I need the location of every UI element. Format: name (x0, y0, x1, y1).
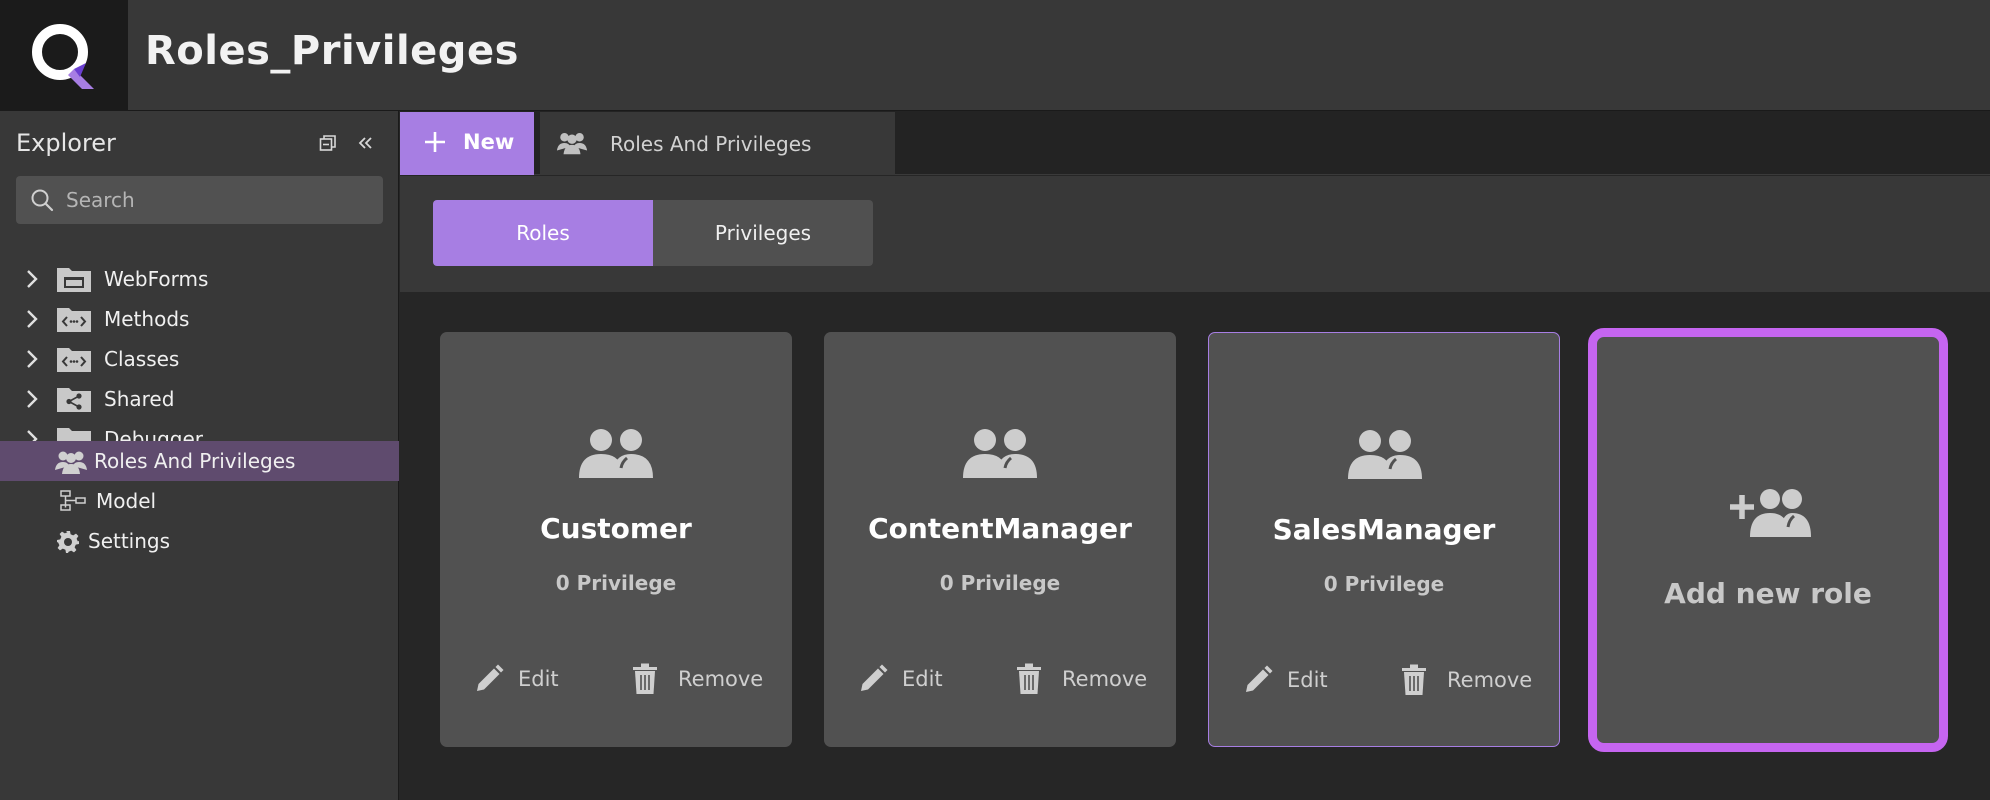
search-icon (31, 189, 54, 212)
edit-role-button[interactable]: Edit (858, 659, 943, 699)
explorer-search[interactable] (16, 176, 383, 224)
app-title: Roles_Privileges (145, 28, 519, 74)
sidebar-item-classes[interactable]: Classes (0, 339, 399, 379)
view-toggle-bar: Roles Privileges (400, 176, 1990, 292)
trash-icon (633, 663, 657, 694)
trash-icon (1402, 664, 1426, 695)
remove-label: Remove (1447, 668, 1533, 692)
webforms-folder-icon (57, 268, 91, 292)
edit-role-button[interactable]: Edit (1243, 660, 1328, 700)
edit-label: Edit (902, 667, 943, 691)
app-header: Roles_Privileges (0, 0, 1990, 111)
new-button[interactable]: New (400, 112, 534, 175)
collapse-all-icon (319, 135, 336, 151)
sidebar-item-label: Settings (88, 529, 171, 553)
sidebar-item-label: WebForms (104, 267, 209, 291)
edit-label: Edit (1287, 668, 1328, 692)
users-icon (963, 429, 1037, 478)
chevron-right-icon (27, 350, 38, 368)
edit-role-button[interactable]: Edit (474, 659, 559, 699)
privilege-count: 0 Privilege (555, 571, 677, 595)
edit-label: Edit (518, 667, 559, 691)
add-user-icon (1730, 489, 1811, 537)
remove-label: Remove (1062, 667, 1148, 691)
privilege-count: 0 Privilege (939, 571, 1061, 595)
tab-roles-and-privileges[interactable]: Roles And Privileges (540, 112, 895, 175)
role-name: Customer (540, 512, 692, 545)
roles-icon (556, 133, 588, 155)
role-card-contentmanager[interactable]: ContentManager 0 Privilege Edit Remove (824, 332, 1176, 747)
roles-toggle-button[interactable]: Roles (433, 200, 653, 266)
sidebar-item-label: Classes (104, 347, 180, 371)
gear-icon (57, 531, 79, 553)
app-logo[interactable] (0, 0, 128, 111)
sidebar-item-label: Model (96, 489, 157, 513)
classes-folder-icon (57, 348, 91, 372)
role-name: ContentManager (868, 512, 1132, 545)
chevron-right-icon (27, 270, 38, 288)
remove-role-button[interactable]: Remove (632, 659, 763, 699)
role-card-customer[interactable]: Customer 0 Privilege Edit Remove (440, 332, 792, 747)
search-input[interactable] (66, 176, 366, 224)
logo-icon (32, 23, 94, 89)
explorer-sidebar: Explorer WebForms (0, 111, 399, 800)
sidebar-item-roles-and-privileges[interactable]: Roles And Privileges (0, 441, 399, 481)
plus-icon (425, 132, 445, 152)
hide-sidebar-button[interactable] (353, 131, 377, 155)
trash-icon (1017, 663, 1041, 694)
sidebar-item-shared[interactable]: Shared (0, 379, 399, 419)
role-card-salesmanager[interactable]: SalesManager 0 Privilege Edit Remove (1208, 332, 1560, 747)
sidebar-item-label: Shared (104, 387, 175, 411)
role-name: SalesManager (1272, 513, 1496, 546)
sidebar-item-model[interactable]: Model (0, 481, 399, 521)
sidebar-item-label: Methods (104, 307, 190, 331)
double-chevron-left-icon (358, 137, 372, 149)
remove-label: Remove (678, 667, 764, 691)
users-icon (1348, 430, 1422, 479)
remove-role-button[interactable]: Remove (1401, 660, 1532, 700)
sidebar-item-label: Roles And Privileges (94, 449, 296, 473)
add-new-role-card[interactable]: Add new role (1588, 328, 1948, 752)
privileges-toggle-button[interactable]: Privileges (653, 200, 873, 266)
model-icon (60, 490, 86, 511)
pencil-icon (1246, 665, 1273, 692)
sidebar-item-methods[interactable]: Methods (0, 299, 399, 339)
sidebar-item-settings[interactable]: Settings (0, 521, 399, 561)
users-icon (579, 429, 653, 478)
explorer-title: Explorer (16, 129, 116, 157)
pencil-icon (477, 664, 504, 691)
collapse-all-button[interactable] (316, 131, 340, 155)
sidebar-item-webforms[interactable]: WebForms (0, 259, 399, 299)
roles-icon (55, 451, 87, 474)
methods-folder-icon (57, 308, 91, 332)
privilege-count: 0 Privilege (1323, 572, 1445, 596)
tab-label: Roles And Privileges (610, 132, 812, 156)
shared-folder-icon (57, 388, 91, 412)
add-new-role-label: Add new role (1664, 577, 1872, 610)
chevron-right-icon (27, 390, 38, 408)
new-button-label: New (463, 130, 515, 154)
chevron-right-icon (27, 310, 38, 328)
tab-bar: New Roles And Privileges (400, 111, 1990, 175)
remove-role-button[interactable]: Remove (1016, 659, 1147, 699)
pencil-icon (861, 664, 888, 691)
